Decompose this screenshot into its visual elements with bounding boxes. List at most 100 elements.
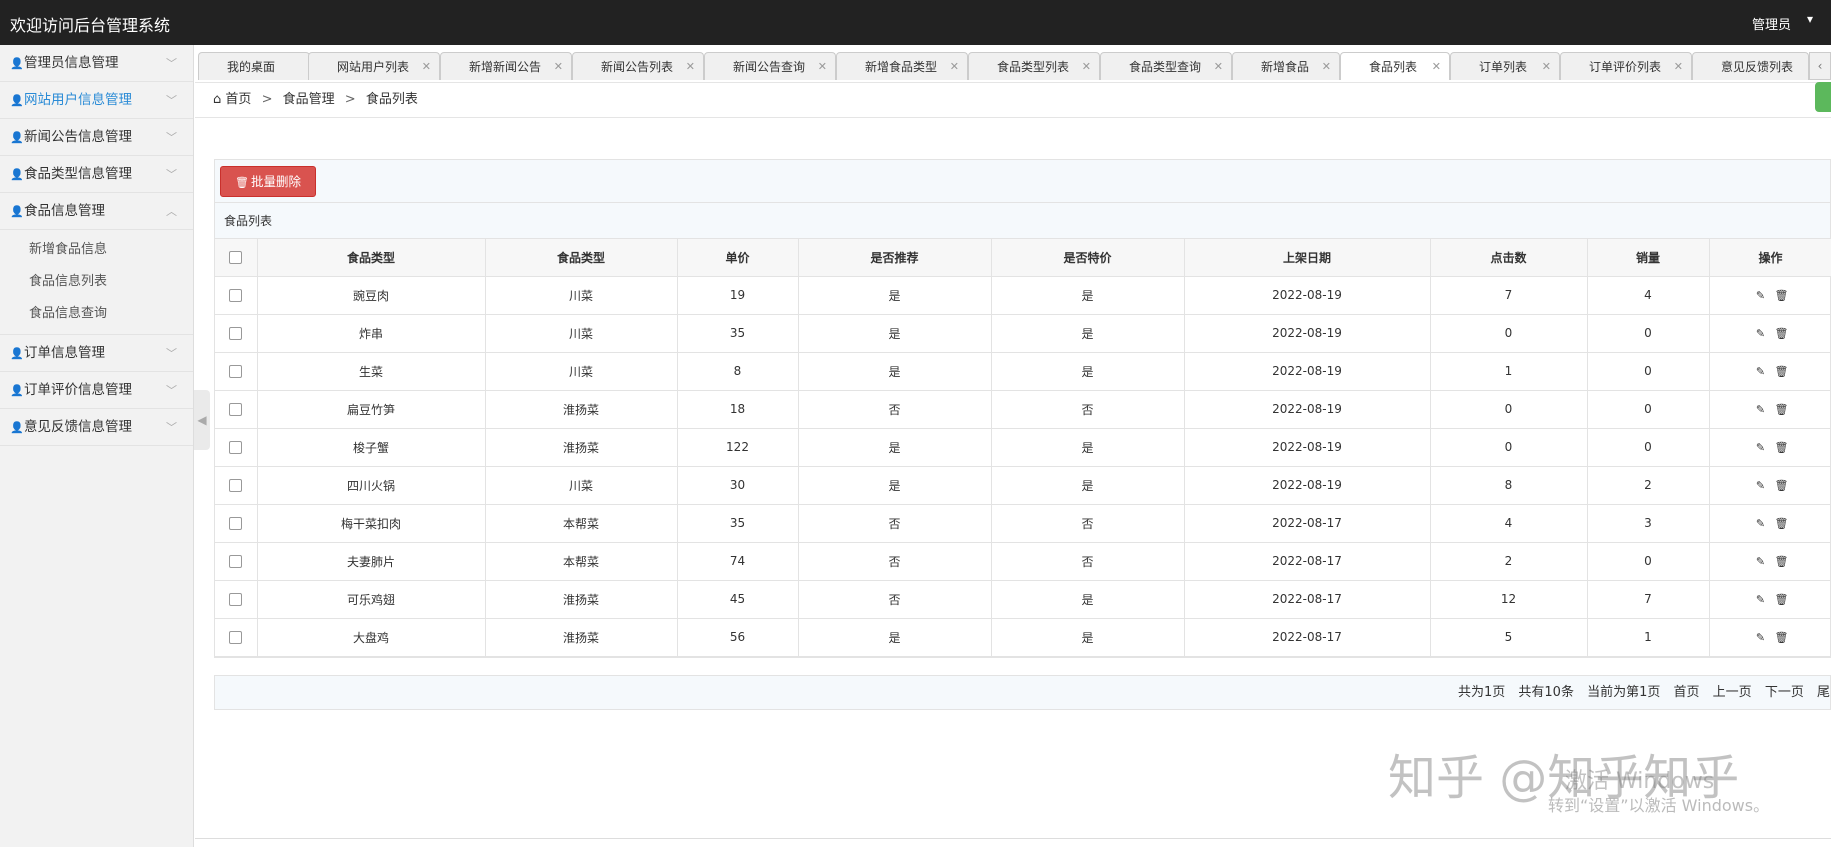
trash-icon[interactable]: 🗑 [1775,631,1789,644]
sidebar-item-news[interactable]: 👤新闻公告信息管理 ﹀ [0,119,193,156]
tab-food-type-query[interactable]: 食品类型查询 ✕ [1100,52,1232,80]
close-icon[interactable]: ✕ [1214,53,1223,81]
edit-icon[interactable]: ✎ [1755,289,1767,302]
close-icon[interactable]: ✕ [686,53,695,81]
edit-icon[interactable]: ✎ [1755,441,1767,454]
breadcrumb-level1[interactable]: 食品管理 [283,92,335,107]
submenu-item-add-food[interactable]: 新增食品信息 [0,234,193,266]
table-row: 四川火锅 川菜 30 是是 2022-08-19 8 2 ✎ 🗑 [215,466,1831,505]
sidebar-item-food[interactable]: 👤食品信息管理 ︿ [0,193,193,230]
batch-delete-button[interactable]: 🗑 批量删除 [220,166,316,197]
close-icon[interactable]: ✕ [1674,53,1683,81]
trash-icon[interactable]: 🗑 [1775,517,1789,530]
edit-icon[interactable]: ✎ [1755,631,1767,644]
row-checkbox[interactable] [229,631,243,644]
tab-site-users[interactable]: 网站用户列表 ✕ [308,52,440,80]
row-select-cell [215,314,258,353]
pager-next-link[interactable]: 下一页 [1765,685,1804,700]
tab-food-type-list[interactable]: 食品类型列表 ✕ [968,52,1100,80]
food-list-panel: 🗑 批量删除 食品列表 食品类型 食品类型 单价 是否推荐 是否特价 上架日期 点… [214,159,1831,658]
user-icon: 👤 [10,168,24,181]
tab-desktop[interactable]: 我的桌面 [198,52,310,80]
submenu-item-food-query[interactable]: 食品信息查询 [0,298,193,330]
column-header: 单价 [677,239,799,277]
breadcrumb-home[interactable]: 首页 [225,92,251,107]
tab-add-food-type[interactable]: 新增食品类型 ✕ [836,52,968,80]
select-all-checkbox[interactable] [229,251,243,265]
table-cell: 4 [1430,504,1588,543]
table-row: 豌豆肉 川菜 19 是是 2022-08-19 7 4 ✎ 🗑 [215,276,1831,315]
chevron-down-icon: ﹀ [166,94,177,107]
tab-order-list[interactable]: 订单列表 ✕ [1450,52,1560,80]
row-checkbox[interactable] [229,517,243,530]
row-select-cell [215,390,258,429]
trash-icon[interactable]: 🗑 [1775,403,1789,416]
trash-icon[interactable]: 🗑 [1775,441,1789,454]
table-cell: 1 [1430,352,1588,391]
trash-icon[interactable]: 🗑 [1775,327,1789,340]
table-cell: 0 [1587,428,1710,467]
caret-down-icon[interactable]: ▾ [1807,12,1813,26]
edit-icon[interactable]: ✎ [1755,365,1767,378]
table-cell: 2022-08-19 [1184,428,1431,467]
pager-first-link[interactable]: 首页 [1674,685,1700,700]
trash-icon[interactable]: 🗑 [1775,555,1789,568]
edit-icon[interactable]: ✎ [1755,327,1767,340]
pager-prev-link[interactable]: 上一页 [1713,685,1752,700]
row-checkbox[interactable] [229,555,243,568]
admin-user-menu[interactable]: 管理员 [1752,14,1791,33]
sidebar-item-site-users[interactable]: 👤网站用户信息管理 ﹀ [0,82,193,119]
close-icon[interactable]: ✕ [1082,53,1091,81]
row-actions: ✎ 🗑 [1709,314,1831,353]
tab-news-list[interactable]: 新闻公告列表 ✕ [572,52,704,80]
close-icon[interactable]: ✕ [950,53,959,81]
table-cell: 56 [677,618,799,657]
row-checkbox[interactable] [229,403,243,416]
row-checkbox[interactable] [229,327,243,340]
close-icon[interactable]: ✕ [554,53,563,81]
app-title: 欢迎访问后台管理系统 [10,16,171,35]
sidebar-item-order-reviews[interactable]: 👤订单评价信息管理 ﹀ [0,372,193,409]
tab-food-list[interactable]: 食品列表 ✕ [1340,52,1450,80]
row-checkbox[interactable] [229,479,243,492]
row-actions: ✎ 🗑 [1709,504,1831,543]
refresh-button[interactable] [1815,82,1831,112]
tab-add-news[interactable]: 新增新闻公告 ✕ [440,52,572,80]
close-icon[interactable]: ✕ [1542,53,1551,81]
edit-icon[interactable]: ✎ [1755,517,1767,530]
sidebar-item-label: 新闻公告信息管理 [24,129,132,145]
close-icon[interactable]: ✕ [422,53,431,81]
edit-icon[interactable]: ✎ [1755,403,1767,416]
edit-icon[interactable]: ✎ [1755,593,1767,606]
sidebar-item-food-types[interactable]: 👤食品类型信息管理 ﹀ [0,156,193,193]
row-checkbox[interactable] [229,365,243,378]
row-checkbox[interactable] [229,593,243,606]
tab-scroll-left-icon[interactable]: ‹ [1809,52,1831,80]
close-icon[interactable]: ✕ [818,53,827,81]
edit-icon[interactable]: ✎ [1755,555,1767,568]
sidebar-item-feedback[interactable]: 👤意见反馈信息管理 ﹀ [0,409,193,446]
sidebar-collapse-handle[interactable]: ◀ [194,390,210,450]
table-cell: 2 [1430,542,1588,581]
row-checkbox[interactable] [229,289,243,302]
row-checkbox[interactable] [229,441,243,454]
trash-icon[interactable]: 🗑 [1775,289,1789,302]
sidebar-item-admin[interactable]: 👤管理员信息管理 ﹀ [0,45,193,82]
sidebar-item-orders[interactable]: 👤订单信息管理 ﹀ [0,335,193,372]
trash-icon[interactable]: 🗑 [1775,365,1789,378]
submenu-item-food-list[interactable]: 食品信息列表 [0,266,193,298]
tab-feedback-list[interactable]: 意见反馈列表 [1692,52,1809,80]
close-icon[interactable]: ✕ [1322,53,1331,81]
pager-last-link[interactable]: 尾 [1817,685,1830,700]
column-header: 是否推荐 [798,239,992,277]
edit-icon[interactable]: ✎ [1755,479,1767,492]
tab-add-food[interactable]: 新增食品 ✕ [1232,52,1340,80]
close-icon[interactable]: ✕ [1432,53,1441,81]
trash-icon[interactable]: 🗑 [1775,593,1789,606]
table-cell: 四川火锅 [257,466,486,505]
tab-label: 新闻公告列表 [601,60,674,74]
trash-icon[interactable]: 🗑 [1775,479,1789,492]
tab-news-query[interactable]: 新闻公告查询 ✕ [704,52,836,80]
batch-delete-label: 批量删除 [250,174,301,189]
tab-order-review-list[interactable]: 订单评价列表 ✕ [1560,52,1692,80]
